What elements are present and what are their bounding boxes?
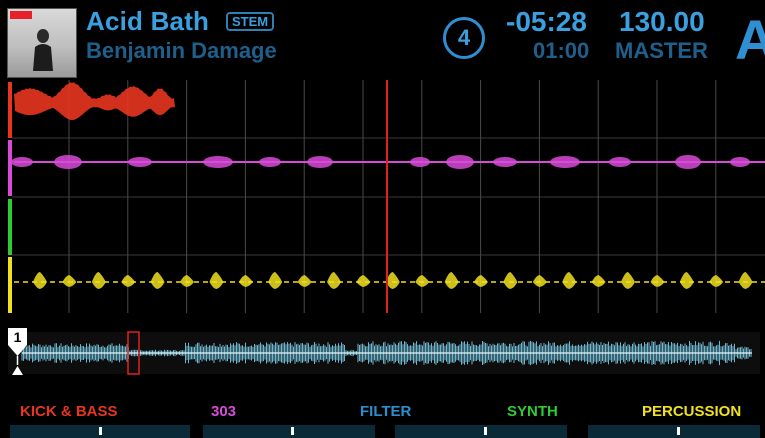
stem-lane-color-strip bbox=[8, 257, 12, 313]
stem-waveform-percussion-hit bbox=[650, 275, 665, 287]
stem-waveform-percussion-hit bbox=[591, 275, 606, 287]
stem-waveform-percussion-hit bbox=[91, 272, 106, 289]
stem-waveform-303-segment bbox=[550, 156, 580, 168]
stem-waveform-kick-bass bbox=[14, 82, 175, 120]
stem-waveform-canvas[interactable] bbox=[0, 80, 765, 320]
stem-label-kick-bass[interactable]: KICK & BASS bbox=[20, 403, 118, 420]
stem-level-bar-percussion[interactable] bbox=[588, 425, 760, 438]
stem-badge: STEM bbox=[226, 12, 275, 31]
time-elapsed: 01:00 bbox=[533, 38, 590, 63]
stem-waveform-303-segment bbox=[307, 156, 333, 168]
stem-level-tick-kick-bass bbox=[99, 427, 102, 435]
stem-waveform-percussion-hit bbox=[238, 275, 253, 287]
stem-waveform-percussion-hit bbox=[562, 272, 577, 289]
track-title: Acid Bath bbox=[86, 6, 210, 36]
tempo-source: MASTER bbox=[615, 38, 708, 63]
stem-lane-color-strip bbox=[8, 140, 12, 196]
stem-lane-color-strip bbox=[8, 199, 12, 255]
stem-label-303[interactable]: 303 bbox=[211, 403, 236, 420]
stem-label-synth[interactable]: SYNTH bbox=[507, 403, 558, 420]
stem-waveform-percussion-hit bbox=[415, 275, 430, 287]
stem-waveform-percussion-hit bbox=[503, 272, 518, 289]
deck-number-indicator: 4 bbox=[443, 17, 485, 59]
track-artist: Benjamin Damage bbox=[86, 38, 277, 63]
stem-waveform-percussion-hit bbox=[150, 272, 165, 289]
stem-lane-color-strip bbox=[8, 82, 12, 138]
stem-level-tick-percussion bbox=[677, 427, 680, 435]
stem-waveform-percussion-hit bbox=[738, 272, 753, 289]
stem-waveform-percussion-hit bbox=[679, 272, 694, 289]
tempo-bpm: 130.00 bbox=[619, 6, 705, 37]
stem-waveform-303-segment bbox=[54, 155, 82, 169]
stem-waveform-303-segment bbox=[203, 156, 233, 168]
stem-waveform-percussion-hit bbox=[62, 275, 77, 287]
cover-label-tag bbox=[10, 11, 32, 19]
stem-waveform-percussion-hit bbox=[709, 275, 724, 287]
stem-waveform-percussion-hit bbox=[180, 275, 194, 287]
stem-waveform-303-segment bbox=[675, 155, 701, 169]
stem-waveform-percussion-hit bbox=[209, 272, 224, 289]
deck-header: Acid Bath STEM Benjamin Damage 4 -05:28 … bbox=[0, 0, 765, 80]
stem-waveform-303-segment bbox=[259, 157, 281, 167]
cue-point-number: 1 bbox=[14, 329, 22, 345]
stem-level-bar-303[interactable] bbox=[203, 425, 375, 438]
stem-waveform-percussion-hit bbox=[356, 275, 371, 287]
stem-waveform-percussion-hit bbox=[33, 272, 47, 289]
stem-waveform-percussion-hit bbox=[327, 272, 341, 289]
stem-waveform-303-segment bbox=[730, 157, 750, 167]
stem-level-tick-303 bbox=[291, 427, 294, 435]
stem-level-bar-synth[interactable] bbox=[395, 425, 567, 438]
deck-letter: A bbox=[735, 8, 765, 71]
stem-labels-bar: KICK & BASS 303 FILTER SYNTH PERCUSSION bbox=[0, 395, 765, 438]
stem-waveform-303-segment bbox=[128, 157, 152, 167]
track-overview[interactable]: 1 bbox=[0, 327, 765, 382]
stem-waveform-percussion-hit bbox=[444, 272, 459, 289]
stem-waveform-percussion-hit bbox=[297, 275, 312, 287]
overview-waveform-canvas[interactable]: 1 bbox=[0, 327, 765, 382]
stem-waveform-percussion-hit bbox=[474, 275, 488, 287]
stem-waveform-percussion-hit bbox=[532, 275, 547, 287]
stem-label-filter[interactable]: FILTER bbox=[360, 403, 411, 420]
stem-waveform-303-segment bbox=[609, 157, 631, 167]
stem-label-percussion[interactable]: PERCUSSION bbox=[642, 403, 741, 420]
stem-waveform-303-segment bbox=[493, 157, 517, 167]
stem-waveform-303-segment bbox=[446, 155, 474, 169]
cover-figure-image bbox=[33, 29, 53, 71]
stem-waveform-percussion-hit bbox=[621, 272, 635, 289]
stem-waveform-303-segment bbox=[11, 157, 33, 167]
stem-waveform-display[interactable] bbox=[0, 80, 765, 320]
stem-level-tick-synth bbox=[484, 427, 487, 435]
time-remaining: -05:28 bbox=[506, 6, 587, 37]
stem-waveform-percussion-hit bbox=[121, 275, 136, 287]
stem-waveform-percussion-hit bbox=[268, 272, 283, 289]
stem-waveform-303-segment bbox=[410, 157, 430, 167]
album-cover bbox=[7, 8, 77, 78]
